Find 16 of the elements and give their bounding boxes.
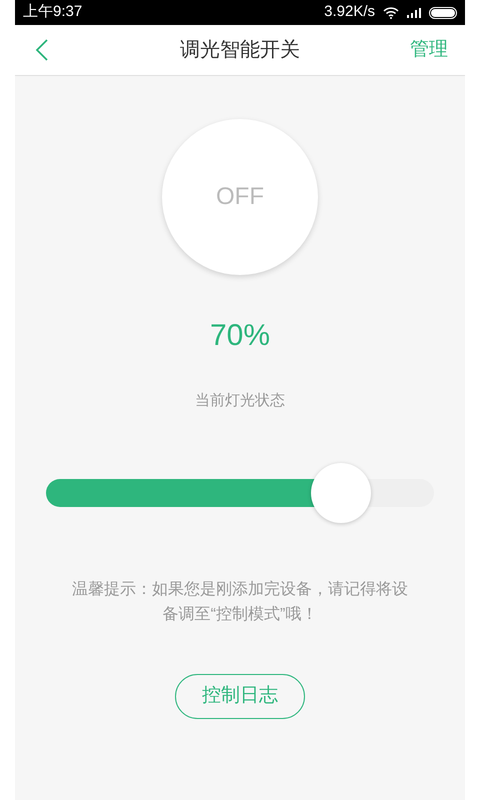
manage-button[interactable]: 管理 [410, 36, 448, 64]
network-speed: 3.92K/s [324, 2, 375, 22]
battery-icon [429, 6, 457, 18]
page-title: 调光智能开关 [180, 38, 300, 63]
log-button[interactable]: 控制日志 [175, 674, 305, 718]
wifi-icon [383, 6, 399, 18]
brightness-value: 70% [210, 318, 270, 354]
status-time: 上午9:37 [23, 2, 82, 22]
signal-icon [407, 8, 421, 18]
power-button[interactable]: OFF [162, 119, 318, 275]
slider-thumb[interactable] [310, 462, 371, 522]
brightness-caption: 当前灯光状态 [195, 391, 285, 411]
tip-text: 温馨提示：如果您是刚添加完设备，请记得将设备调至“控制模式”哦！ [71, 580, 409, 624]
back-icon [35, 38, 49, 62]
brightness-slider[interactable] [46, 462, 434, 522]
back-button[interactable] [35, 38, 49, 62]
